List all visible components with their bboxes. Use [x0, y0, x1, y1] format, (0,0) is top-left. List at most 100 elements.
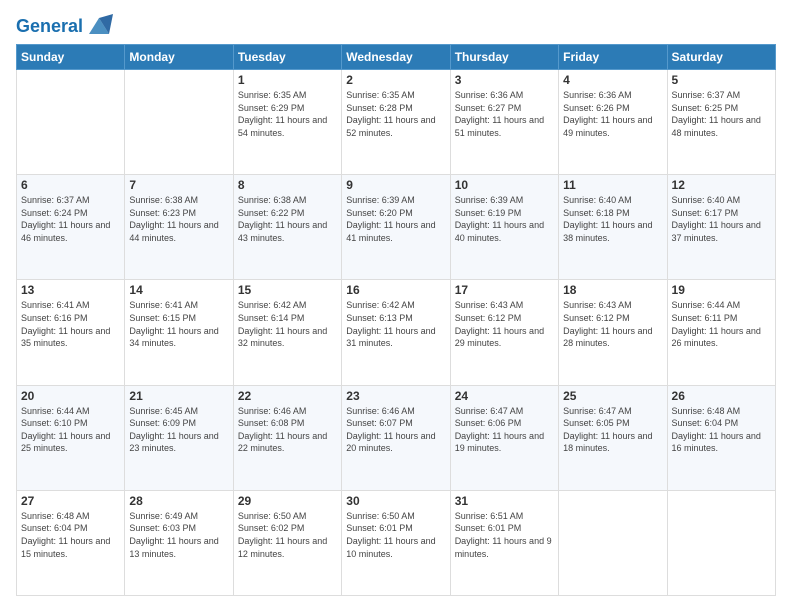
calendar-cell: 23Sunrise: 6:46 AM Sunset: 6:07 PM Dayli…	[342, 385, 450, 490]
calendar-cell: 26 Sunrise: 6:48 AM Sunset: 6:04 PM Dayli…	[667, 385, 775, 490]
calendar-cell: 31 Sunrise: 6:51 AM Sunset: 6:01 PM Dayli…	[450, 490, 558, 595]
day-info: Sunrise: 6:39 AM Sunset: 6:20 PM Dayligh…	[346, 194, 445, 244]
calendar-cell: 9 Sunrise: 6:39 AM Sunset: 6:20 PM Daylig…	[342, 175, 450, 280]
weekday-header-wednesday: Wednesday	[342, 45, 450, 70]
day-info: Sunrise: 6:35 AM Sunset: 6:29 PM Dayligh…	[238, 89, 337, 139]
calendar-cell: 10 Sunrise: 6:39 AM Sunset: 6:19 PM Dayli…	[450, 175, 558, 280]
calendar-cell: 19 Sunrise: 6:44 AM Sunset: 6:11 PM Dayli…	[667, 280, 775, 385]
day-number: 19	[672, 283, 771, 297]
weekday-header-saturday: Saturday	[667, 45, 775, 70]
calendar-week-5: 27 Sunrise: 6:48 AM Sunset: 6:04 PM Dayli…	[17, 490, 776, 595]
weekday-header-sunday: Sunday	[17, 45, 125, 70]
calendar-cell: 13 Sunrise: 6:41 AM Sunset: 6:16 PM Dayli…	[17, 280, 125, 385]
calendar-week-1: 1Sunrise: 6:35 AM Sunset: 6:29 PM Daylig…	[17, 70, 776, 175]
calendar-week-4: 20 Sunrise: 6:44 AM Sunset: 6:10 PM Dayli…	[17, 385, 776, 490]
calendar-cell: 29 Sunrise: 6:50 AM Sunset: 6:02 PM Dayli…	[233, 490, 341, 595]
day-info: Sunrise: 6:40 AM Sunset: 6:18 PM Dayligh…	[563, 194, 662, 244]
page: General SundayMondayTuesdayWednesdayThur…	[0, 0, 792, 612]
day-number: 25	[563, 389, 662, 403]
day-number: 13	[21, 283, 120, 297]
calendar-cell: 17Sunrise: 6:43 AM Sunset: 6:12 PM Dayli…	[450, 280, 558, 385]
day-info: Sunrise: 6:45 AM Sunset: 6:09 PM Dayligh…	[129, 405, 228, 455]
day-number: 14	[129, 283, 228, 297]
calendar-cell: 8 Sunrise: 6:38 AM Sunset: 6:22 PM Daylig…	[233, 175, 341, 280]
calendar-cell: 14 Sunrise: 6:41 AM Sunset: 6:15 PM Dayli…	[125, 280, 233, 385]
calendar-cell: 16 Sunrise: 6:42 AM Sunset: 6:13 PM Dayli…	[342, 280, 450, 385]
day-number: 26	[672, 389, 771, 403]
day-number: 28	[129, 494, 228, 508]
logo: General	[16, 16, 113, 34]
calendar-cell: 24Sunrise: 6:47 AM Sunset: 6:06 PM Dayli…	[450, 385, 558, 490]
day-info: Sunrise: 6:36 AM Sunset: 6:26 PM Dayligh…	[563, 89, 662, 139]
day-info: Sunrise: 6:47 AM Sunset: 6:05 PM Dayligh…	[563, 405, 662, 455]
day-info: Sunrise: 6:38 AM Sunset: 6:22 PM Dayligh…	[238, 194, 337, 244]
weekday-header-friday: Friday	[559, 45, 667, 70]
day-info: Sunrise: 6:44 AM Sunset: 6:10 PM Dayligh…	[21, 405, 120, 455]
day-number: 2	[346, 73, 445, 87]
calendar-cell: 7 Sunrise: 6:38 AM Sunset: 6:23 PM Daylig…	[125, 175, 233, 280]
day-info: Sunrise: 6:44 AM Sunset: 6:11 PM Dayligh…	[672, 299, 771, 349]
calendar-cell: 1Sunrise: 6:35 AM Sunset: 6:29 PM Daylig…	[233, 70, 341, 175]
day-info: Sunrise: 6:41 AM Sunset: 6:15 PM Dayligh…	[129, 299, 228, 349]
calendar-cell: 27 Sunrise: 6:48 AM Sunset: 6:04 PM Dayli…	[17, 490, 125, 595]
calendar-cell: 28 Sunrise: 6:49 AM Sunset: 6:03 PM Dayli…	[125, 490, 233, 595]
calendar-cell	[559, 490, 667, 595]
day-number: 12	[672, 178, 771, 192]
calendar-cell: 5 Sunrise: 6:37 AM Sunset: 6:25 PM Daylig…	[667, 70, 775, 175]
calendar-cell: 12 Sunrise: 6:40 AM Sunset: 6:17 PM Dayli…	[667, 175, 775, 280]
calendar-cell: 6Sunrise: 6:37 AM Sunset: 6:24 PM Daylig…	[17, 175, 125, 280]
day-number: 6	[21, 178, 120, 192]
day-number: 5	[672, 73, 771, 87]
day-info: Sunrise: 6:38 AM Sunset: 6:23 PM Dayligh…	[129, 194, 228, 244]
day-info: Sunrise: 6:42 AM Sunset: 6:13 PM Dayligh…	[346, 299, 445, 349]
day-number: 9	[346, 178, 445, 192]
day-number: 10	[455, 178, 554, 192]
day-info: Sunrise: 6:48 AM Sunset: 6:04 PM Dayligh…	[672, 405, 771, 455]
day-info: Sunrise: 6:40 AM Sunset: 6:17 PM Dayligh…	[672, 194, 771, 244]
calendar-cell: 2 Sunrise: 6:35 AM Sunset: 6:28 PM Daylig…	[342, 70, 450, 175]
calendar-cell	[17, 70, 125, 175]
day-info: Sunrise: 6:49 AM Sunset: 6:03 PM Dayligh…	[129, 510, 228, 560]
day-number: 20	[21, 389, 120, 403]
calendar-cell: 11 Sunrise: 6:40 AM Sunset: 6:18 PM Dayli…	[559, 175, 667, 280]
day-number: 31	[455, 494, 554, 508]
calendar-week-3: 13 Sunrise: 6:41 AM Sunset: 6:16 PM Dayli…	[17, 280, 776, 385]
calendar-cell: 4 Sunrise: 6:36 AM Sunset: 6:26 PM Daylig…	[559, 70, 667, 175]
day-number: 29	[238, 494, 337, 508]
day-info: Sunrise: 6:50 AM Sunset: 6:02 PM Dayligh…	[238, 510, 337, 560]
day-number: 21	[129, 389, 228, 403]
day-info: Sunrise: 6:41 AM Sunset: 6:16 PM Dayligh…	[21, 299, 120, 349]
day-info: Sunrise: 6:37 AM Sunset: 6:25 PM Dayligh…	[672, 89, 771, 139]
day-number: 8	[238, 178, 337, 192]
day-info: Sunrise: 6:43 AM Sunset: 6:12 PM Dayligh…	[563, 299, 662, 349]
day-info: Sunrise: 6:50 AM Sunset: 6:01 PM Dayligh…	[346, 510, 445, 560]
day-number: 4	[563, 73, 662, 87]
calendar-cell: 15Sunrise: 6:42 AM Sunset: 6:14 PM Dayli…	[233, 280, 341, 385]
day-info: Sunrise: 6:43 AM Sunset: 6:12 PM Dayligh…	[455, 299, 554, 349]
day-info: Sunrise: 6:36 AM Sunset: 6:27 PM Dayligh…	[455, 89, 554, 139]
day-info: Sunrise: 6:46 AM Sunset: 6:08 PM Dayligh…	[238, 405, 337, 455]
weekday-header-row: SundayMondayTuesdayWednesdayThursdayFrid…	[17, 45, 776, 70]
day-info: Sunrise: 6:35 AM Sunset: 6:28 PM Dayligh…	[346, 89, 445, 139]
weekday-header-monday: Monday	[125, 45, 233, 70]
day-number: 7	[129, 178, 228, 192]
weekday-header-thursday: Thursday	[450, 45, 558, 70]
day-number: 22	[238, 389, 337, 403]
calendar-cell: 20 Sunrise: 6:44 AM Sunset: 6:10 PM Dayli…	[17, 385, 125, 490]
day-number: 11	[563, 178, 662, 192]
calendar-cell: 30Sunrise: 6:50 AM Sunset: 6:01 PM Dayli…	[342, 490, 450, 595]
calendar-cell: 18 Sunrise: 6:43 AM Sunset: 6:12 PM Dayli…	[559, 280, 667, 385]
day-info: Sunrise: 6:39 AM Sunset: 6:19 PM Dayligh…	[455, 194, 554, 244]
calendar-cell: 22 Sunrise: 6:46 AM Sunset: 6:08 PM Dayli…	[233, 385, 341, 490]
day-number: 27	[21, 494, 120, 508]
weekday-header-tuesday: Tuesday	[233, 45, 341, 70]
day-info: Sunrise: 6:48 AM Sunset: 6:04 PM Dayligh…	[21, 510, 120, 560]
day-info: Sunrise: 6:46 AM Sunset: 6:07 PM Dayligh…	[346, 405, 445, 455]
day-number: 24	[455, 389, 554, 403]
day-number: 18	[563, 283, 662, 297]
calendar-cell: 21 Sunrise: 6:45 AM Sunset: 6:09 PM Dayli…	[125, 385, 233, 490]
header: General	[16, 16, 776, 34]
calendar-table: SundayMondayTuesdayWednesdayThursdayFrid…	[16, 44, 776, 596]
day-number: 16	[346, 283, 445, 297]
day-info: Sunrise: 6:51 AM Sunset: 6:01 PM Dayligh…	[455, 510, 554, 560]
